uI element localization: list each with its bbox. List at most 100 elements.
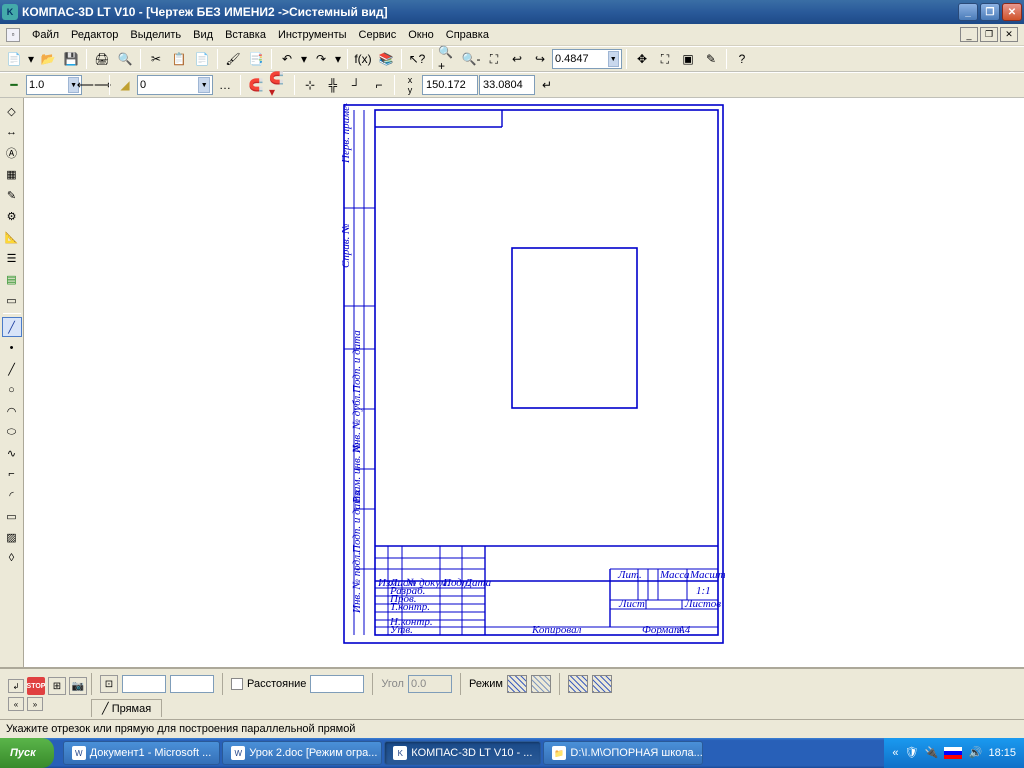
linewidth-input[interactable] (29, 79, 66, 91)
volume-icon[interactable]: 🔊 (968, 746, 982, 760)
menu-tools[interactable]: Инструменты (272, 27, 353, 43)
redo-dropdown[interactable]: ▾ (333, 48, 343, 70)
menu-view[interactable]: Вид (187, 27, 219, 43)
zoom-combo[interactable]: ▼ (552, 49, 622, 69)
menu-service[interactable]: Сервис (353, 27, 403, 43)
menu-edit[interactable]: Редактор (65, 27, 124, 43)
chevron-down-icon[interactable]: ▼ (608, 51, 619, 67)
variables-button[interactable]: f(x) (352, 48, 374, 70)
distance-checkbox[interactable] (231, 678, 243, 690)
auto-create-icon[interactable]: ⊞ (48, 677, 66, 695)
document-icon[interactable]: ▫ (6, 28, 20, 42)
layer-icon[interactable]: ◢ (114, 74, 136, 96)
undo-button[interactable]: ↶ (276, 48, 298, 70)
coord-confirm-button[interactable]: ↵ (536, 74, 558, 96)
notation-icon[interactable]: Ⓐ (2, 143, 22, 163)
start-button[interactable]: Пуск (0, 738, 54, 768)
aux-icon-2[interactable]: ╬ (322, 74, 344, 96)
distance-input[interactable] (310, 675, 364, 693)
zoom-fit-button[interactable]: ⛶ (654, 48, 676, 70)
task-item[interactable]: K КОМПАС-3D LT V10 - ... (384, 741, 541, 765)
clock[interactable]: 18:15 (988, 747, 1016, 759)
style-option-1[interactable] (568, 675, 588, 693)
point-tool-icon[interactable]: • (2, 338, 22, 358)
prev-button[interactable]: « (8, 697, 24, 711)
new-dropdown[interactable]: ▾ (26, 48, 36, 70)
restore-button[interactable]: ❐ (980, 3, 1000, 21)
aux-icon-4[interactable]: ⌐ (368, 74, 390, 96)
specs-icon[interactable]: ▤ (2, 269, 22, 289)
select-icon[interactable]: ☰ (2, 248, 22, 268)
xy-icon[interactable]: xy (399, 74, 421, 96)
layer-combo[interactable]: ▼ (137, 75, 213, 95)
hatch-tool-icon[interactable]: ▨ (2, 527, 22, 547)
mdi-restore-button[interactable]: ❐ (980, 27, 998, 42)
snap-settings-icon[interactable]: 🧲▾ (268, 74, 290, 96)
stop-button[interactable]: STOP (27, 677, 45, 695)
zoom-input[interactable] (555, 53, 606, 65)
layer-input[interactable] (140, 79, 196, 91)
menu-insert[interactable]: Вставка (219, 27, 272, 43)
lang-icon[interactable] (944, 747, 962, 759)
tray-chevron-icon[interactable]: « (892, 747, 898, 759)
mode-option-2[interactable] (531, 675, 551, 693)
contour-tool-icon[interactable]: ◊ (2, 548, 22, 568)
arc-tool-icon[interactable]: ◠ (2, 401, 22, 421)
segment-tool-icon[interactable]: ╱ (2, 359, 22, 379)
menu-select[interactable]: Выделить (124, 27, 187, 43)
coord-x-input[interactable] (422, 75, 478, 95)
system-tray[interactable]: « 🛡 🔌 🔊 18:15 (884, 738, 1024, 768)
layer-manage-button[interactable]: … (214, 74, 236, 96)
grid-icon[interactable]: ▦ (2, 164, 22, 184)
apply-icon[interactable]: ↲ (8, 679, 24, 693)
coord-y-input[interactable] (479, 75, 535, 95)
menu-window[interactable]: Окно (402, 27, 440, 43)
line-tool-icon[interactable]: ╱ (2, 317, 22, 337)
ellipse-tool-icon[interactable]: ⬭ (2, 422, 22, 442)
linetype-icon[interactable]: ━ (3, 74, 25, 96)
print-button[interactable]: 🖨 (91, 48, 113, 70)
mode-option-1[interactable] (507, 675, 527, 693)
close-button[interactable]: ✕ (1002, 3, 1022, 21)
zoom-in-button[interactable]: 🔍+ (437, 48, 459, 70)
dimension-icon[interactable]: ↔ (2, 122, 22, 142)
task-item[interactable]: W Документ1 - Microsoft ... (63, 741, 221, 765)
tab-line[interactable]: ╱ Прямая (91, 699, 162, 717)
step-icon[interactable]: ⟵⟶ (83, 74, 105, 96)
edit-icon[interactable]: ✎ (2, 185, 22, 205)
copy-props-button[interactable]: 🖌 (222, 48, 244, 70)
zoom-out-button[interactable]: 🔍- (460, 48, 482, 70)
geometry-icon[interactable]: ◇ (2, 101, 22, 121)
snap-magnet-icon[interactable]: 🧲 (245, 74, 267, 96)
zoom-window-button[interactable]: ⛶ (483, 48, 505, 70)
shield-icon[interactable]: 🛡 (904, 746, 918, 760)
pan-button[interactable]: ✥ (631, 48, 653, 70)
point-x-input[interactable] (122, 675, 166, 693)
next-button[interactable]: » (27, 697, 43, 711)
fillet-tool-icon[interactable]: ◜ (2, 485, 22, 505)
redo-button[interactable]: ↷ (310, 48, 332, 70)
open-button[interactable]: 📂 (37, 48, 59, 70)
chamfer-tool-icon[interactable]: ⌐ (2, 464, 22, 484)
refresh-button[interactable]: ✎ (700, 48, 722, 70)
aux-icon-3[interactable]: ┘ (345, 74, 367, 96)
cut-button[interactable]: ✂ (145, 48, 167, 70)
aux-icon-1[interactable]: ⊹ (299, 74, 321, 96)
mdi-minimize-button[interactable]: _ (960, 27, 978, 42)
menu-help[interactable]: Справка (440, 27, 495, 43)
snapshot-icon[interactable]: 📷 (69, 677, 87, 695)
help-button[interactable]: ? (731, 48, 753, 70)
rect-tool-icon[interactable]: ▭ (2, 506, 22, 526)
point-y-input[interactable] (170, 675, 214, 693)
linewidth-combo[interactable]: ▼ (26, 75, 82, 95)
library-button[interactable]: 📚 (375, 48, 397, 70)
undo-dropdown[interactable]: ▾ (299, 48, 309, 70)
zoom-next-button[interactable]: ↪ (529, 48, 551, 70)
copy-button[interactable]: 📋 (168, 48, 190, 70)
menu-file[interactable]: Файл (26, 27, 65, 43)
mdi-close-button[interactable]: ✕ (1000, 27, 1018, 42)
cursor-button[interactable]: ↖? (406, 48, 428, 70)
views-icon[interactable]: ▭ (2, 290, 22, 310)
style-option-2[interactable] (592, 675, 612, 693)
zoom-prev-button[interactable]: ↩ (506, 48, 528, 70)
